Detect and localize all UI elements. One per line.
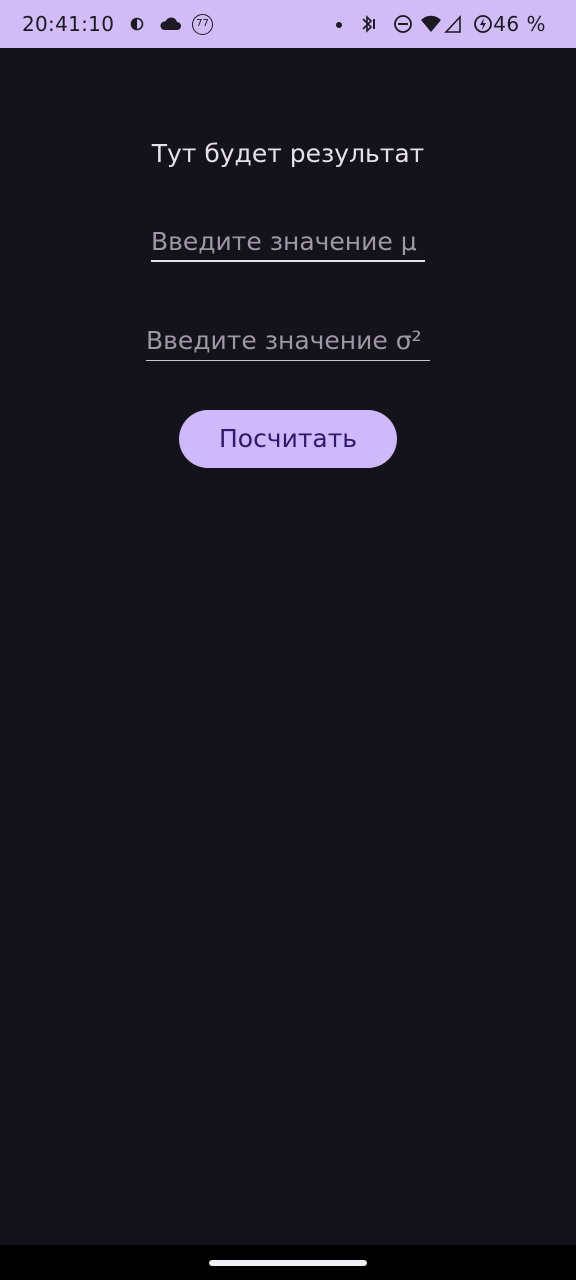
wifi-icon <box>421 15 441 32</box>
cloud-icon <box>160 17 181 30</box>
do-not-disturb-icon <box>394 15 412 33</box>
bluetooth-icon <box>362 15 375 33</box>
battery-saver-icon <box>474 15 492 33</box>
home-gesture-handle[interactable] <box>209 1260 367 1266</box>
result-text: Тут будет результат <box>151 139 425 168</box>
status-bar: 20:41:10 77 46 % <box>0 0 576 48</box>
sigma-input[interactable] <box>146 321 430 361</box>
data-saver-icon <box>130 17 144 31</box>
notification-badge-icon: 77 <box>192 14 213 35</box>
app-screen: 20:41:10 77 46 % Тут будет результат Вве… <box>0 0 576 1280</box>
calculate-button[interactable]: Посчитать <box>179 410 397 468</box>
cellular-signal-icon <box>444 14 461 33</box>
dot-icon <box>336 22 342 28</box>
navigation-bar <box>0 1245 576 1280</box>
mu-input[interactable] <box>151 222 425 262</box>
status-time: 20:41:10 <box>22 12 115 36</box>
battery-percent: 46 % <box>493 12 546 36</box>
